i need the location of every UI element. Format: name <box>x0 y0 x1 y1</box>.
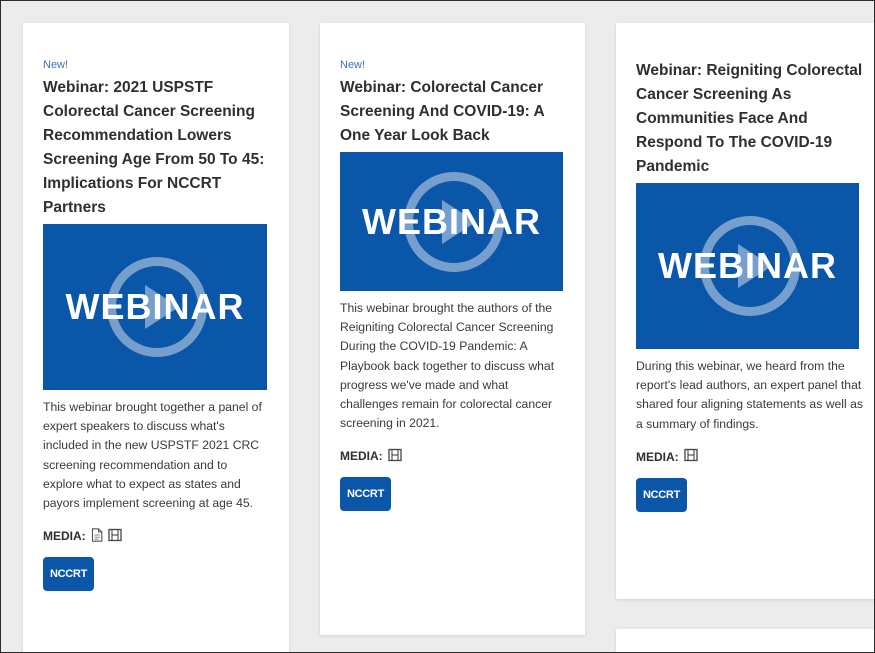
document-icon <box>91 527 103 545</box>
new-label: New! <box>340 59 366 71</box>
film-icon <box>388 448 402 465</box>
card-title[interactable]: Webinar: 2021 USPSTF Colorectal Cancer S… <box>43 76 269 220</box>
media-row: MEDIA: <box>636 448 866 466</box>
resource-card[interactable]: Webinar: Reigniting Colorectal Cancer Sc… <box>616 23 874 599</box>
film-icon <box>684 448 698 465</box>
film-icon <box>108 528 122 545</box>
resource-card[interactable]: New! Webinar: Colorectal Cancer Screenin… <box>320 23 585 635</box>
card-title[interactable]: Webinar: Colorectal Cancer Screening And… <box>340 76 565 148</box>
thumbnail-label: WEBINAR <box>65 286 245 327</box>
webinar-thumbnail[interactable]: WEBINAR <box>340 152 563 291</box>
tag-nccrt-button[interactable]: NCCRT <box>636 477 687 512</box>
webinar-thumbnail[interactable]: WEBINAR <box>43 224 267 390</box>
media-label: MEDIA: <box>636 449 679 464</box>
media-row: MEDIA: <box>43 527 269 545</box>
card-description: During this webinar, we heard from the r… <box>636 359 863 431</box>
webinar-thumbnail[interactable]: WEBINAR <box>636 183 859 349</box>
card-description: This webinar brought the authors of the … <box>340 301 555 431</box>
tag-nccrt-button[interactable]: NCCRT <box>340 477 391 512</box>
new-label: New! <box>43 59 69 71</box>
card-title[interactable]: Webinar: Reigniting Colorectal Cancer Sc… <box>636 59 866 179</box>
resource-grid: New! Webinar: 2021 USPSTF Colorectal Can… <box>0 0 875 653</box>
thumbnail-label: WEBINAR <box>658 245 837 286</box>
media-label: MEDIA: <box>43 529 86 544</box>
resource-card-partial[interactable] <box>616 629 874 652</box>
media-label: MEDIA: <box>340 449 383 464</box>
media-row: MEDIA: <box>340 447 565 465</box>
thumbnail-label: WEBINAR <box>362 200 541 242</box>
resource-card[interactable]: New! Webinar: 2021 USPSTF Colorectal Can… <box>23 23 289 652</box>
tag-nccrt-button[interactable]: NCCRT <box>43 557 94 592</box>
card-description: This webinar brought together a panel of… <box>43 400 262 511</box>
